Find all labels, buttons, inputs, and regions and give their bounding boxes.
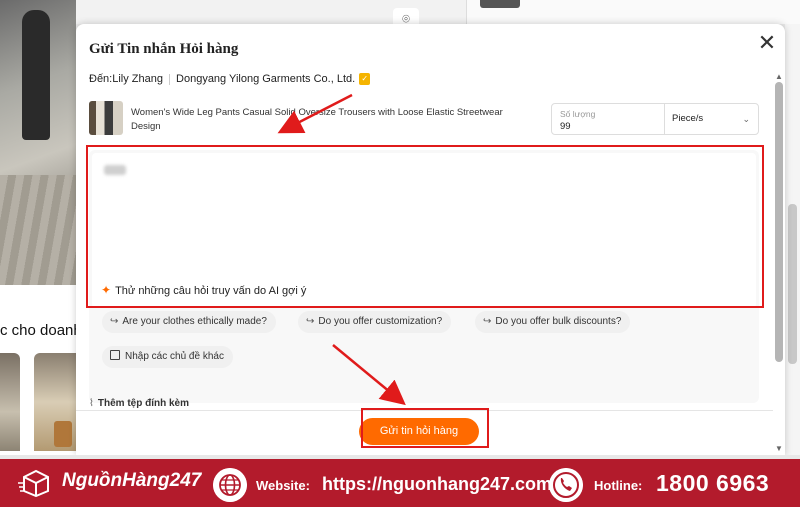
unit-select[interactable]: Piece/s ⌄ xyxy=(670,104,758,134)
divider xyxy=(169,73,171,85)
page-scrollbar-thumb[interactable] xyxy=(788,204,797,364)
modal-scrollbar-thumb[interactable] xyxy=(775,82,783,362)
promo-banner: NguồnHàng247 Website: https://nguonhang2… xyxy=(0,455,800,507)
quantity-input[interactable]: 99 xyxy=(560,121,571,132)
blurred-message-text xyxy=(104,165,126,175)
background-product-photo xyxy=(0,0,76,285)
recipient-label: Đến: xyxy=(89,73,113,85)
attach-file-label: Thêm tệp đính kèm xyxy=(97,398,190,409)
recipient-name: Lily Zhang xyxy=(112,73,164,85)
close-icon[interactable]: ✕ xyxy=(755,32,779,56)
suggestion-chip[interactable]: ↪ Do you offer bulk discounts? xyxy=(475,311,631,333)
edit-icon xyxy=(110,350,120,360)
box-logo-icon xyxy=(18,469,49,497)
ai-suggestion-text: Thử những câu hỏi truy vấn do AI gợi ý xyxy=(115,285,307,297)
suggestion-text: Do you offer bulk discounts? xyxy=(495,316,622,327)
verified-badge-icon: ✓ xyxy=(359,73,371,86)
modal-scrollbar[interactable]: ▲ ▼ xyxy=(773,72,785,455)
scroll-up-icon[interactable]: ▲ xyxy=(775,72,783,81)
suggestion-text: Do you offer customization? xyxy=(318,316,443,327)
suggestion-chip[interactable]: ↪ Are your clothes ethically made? xyxy=(102,311,276,333)
product-thumbnail xyxy=(89,101,123,135)
photo-model-figure xyxy=(22,10,50,140)
inquiry-modal: Gửi Tin nhắn Hỏi hàng ✕ ▲ ▼ Đến:Lily Zha… xyxy=(76,24,785,455)
quantity-field[interactable]: Số lượng 99 Piece/s ⌄ xyxy=(551,103,759,135)
page-scrollbar[interactable] xyxy=(785,24,800,455)
photo-bag xyxy=(54,421,72,447)
reply-arrow-icon: ↪ xyxy=(306,316,315,327)
background-section-heading: c cho doanh xyxy=(0,322,76,339)
sparkle-icon: ✦ xyxy=(101,283,112,297)
background-thumbnail[interactable] xyxy=(34,353,76,451)
photo-pavement xyxy=(0,175,76,285)
chevron-down-icon: ⌄ xyxy=(742,114,750,124)
phone-icon xyxy=(549,468,583,502)
divider xyxy=(664,104,665,134)
scroll-down-icon[interactable]: ▼ xyxy=(775,444,783,453)
recipient-row: Đến:Lily Zhang Dongyang Yilong Garments C… xyxy=(89,73,371,86)
suggestion-text: Are your clothes ethically made? xyxy=(122,316,267,327)
product-name: Women's Wide Leg Pants Casual Solid Over… xyxy=(131,107,503,132)
background-right-thumbnail xyxy=(480,0,520,8)
reply-arrow-icon: ↪ xyxy=(110,316,119,327)
ai-suggestion-hint: ✦ Thử những câu hỏi truy vấn do AI gợi ý xyxy=(101,283,306,297)
modal-title: Gửi Tin nhắn Hỏi hàng xyxy=(89,41,239,57)
custom-topic-chip[interactable]: Nhập các chủ đề khác xyxy=(102,346,233,368)
website-url[interactable]: https://nguonhang247.com/ xyxy=(322,474,557,495)
supplier-company: Dongyang Yilong Garments Co., Ltd. xyxy=(176,73,356,85)
reply-arrow-icon: ↪ xyxy=(483,316,492,327)
divider xyxy=(76,410,773,411)
quantity-label: Số lượng xyxy=(560,109,596,119)
hotline-number[interactable]: 1800 6963 xyxy=(656,470,769,497)
background-thumbnail[interactable] xyxy=(0,353,20,451)
globe-icon xyxy=(213,468,247,502)
attach-file-button[interactable]: ⌇ Thêm tệp đính kèm xyxy=(89,398,189,409)
send-inquiry-button[interactable]: Gửi tin hỏi hàng xyxy=(359,418,479,445)
website-label: Website: xyxy=(256,478,310,493)
custom-topic-text: Nhập các chủ đề khác xyxy=(125,351,224,362)
paperclip-icon: ⌇ xyxy=(89,398,94,409)
suggestion-chip[interactable]: ↪ Do you offer customization? xyxy=(298,311,452,333)
unit-value: Piece/s xyxy=(672,113,704,124)
hotline-label: Hotline: xyxy=(594,478,643,493)
brand-name: NguồnHàng247 xyxy=(62,470,202,491)
